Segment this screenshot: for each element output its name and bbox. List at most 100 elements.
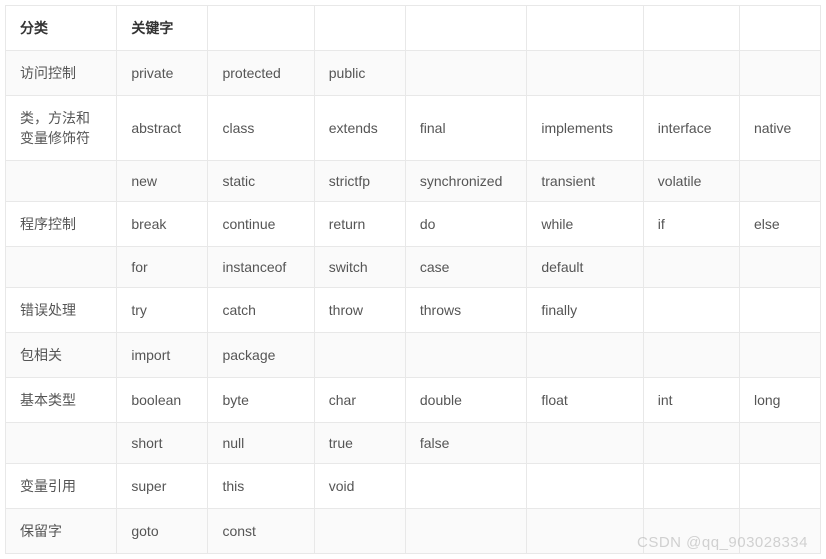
table-row: 访问控制privateprotectedpublic	[6, 51, 821, 96]
keyword-cell	[739, 247, 820, 288]
keyword-cell: byte	[208, 378, 314, 423]
table-row: 错误处理trycatchthrowthrowsfinally	[6, 288, 821, 333]
keyword-cell: protected	[208, 51, 314, 96]
keyword-cell: extends	[314, 96, 405, 161]
header-cell	[527, 6, 643, 51]
keyword-cell	[527, 423, 643, 464]
category-cell: 变量引用	[6, 464, 117, 509]
header-cell	[208, 6, 314, 51]
keyword-cell	[643, 247, 739, 288]
keyword-cell: strictfp	[314, 161, 405, 202]
keyword-cell: int	[643, 378, 739, 423]
keyword-cell	[739, 288, 820, 333]
keyword-cell: public	[314, 51, 405, 96]
keyword-cell	[643, 509, 739, 554]
keyword-cell: switch	[314, 247, 405, 288]
keyword-cell: try	[117, 288, 208, 333]
header-keyword: 关键字	[117, 6, 208, 51]
keyword-cell: interface	[643, 96, 739, 161]
keyword-cell	[527, 464, 643, 509]
category-cell	[6, 161, 117, 202]
keyword-cell	[739, 333, 820, 378]
keyword-cell: throw	[314, 288, 405, 333]
keyword-cell	[314, 509, 405, 554]
keyword-cell: catch	[208, 288, 314, 333]
keyword-cell: this	[208, 464, 314, 509]
keyword-cell: double	[405, 378, 526, 423]
keyword-cell: false	[405, 423, 526, 464]
keyword-cell	[643, 464, 739, 509]
category-cell: 访问控制	[6, 51, 117, 96]
keyword-cell	[405, 51, 526, 96]
keyword-cell: true	[314, 423, 405, 464]
header-cell	[643, 6, 739, 51]
category-cell: 保留字	[6, 509, 117, 554]
table-row: 包相关importpackage	[6, 333, 821, 378]
table-row: 基本类型booleanbytechardoublefloatintlong	[6, 378, 821, 423]
keyword-cell	[739, 423, 820, 464]
category-cell	[6, 423, 117, 464]
keyword-cell: super	[117, 464, 208, 509]
keyword-cell	[643, 423, 739, 464]
table-row: forinstanceofswitchcasedefault	[6, 247, 821, 288]
keyword-cell: default	[527, 247, 643, 288]
keyword-cell: new	[117, 161, 208, 202]
category-cell: 程序控制	[6, 202, 117, 247]
keyword-cell: abstract	[117, 96, 208, 161]
keyword-cell: import	[117, 333, 208, 378]
keyword-cell	[739, 464, 820, 509]
table-row: 变量引用superthisvoid	[6, 464, 821, 509]
keyword-cell: const	[208, 509, 314, 554]
keyword-cell: final	[405, 96, 526, 161]
keyword-cell: finally	[527, 288, 643, 333]
keyword-cell: static	[208, 161, 314, 202]
keyword-cell: class	[208, 96, 314, 161]
keyword-cell: return	[314, 202, 405, 247]
keyword-cell	[405, 333, 526, 378]
keyword-cell	[405, 464, 526, 509]
category-cell: 错误处理	[6, 288, 117, 333]
keyword-cell: native	[739, 96, 820, 161]
keyword-cell: do	[405, 202, 526, 247]
keyword-cell: instanceof	[208, 247, 314, 288]
keyword-cell: if	[643, 202, 739, 247]
table-row: 保留字gotoconst	[6, 509, 821, 554]
keyword-cell	[643, 288, 739, 333]
table-row: 程序控制breakcontinuereturndowhileifelse	[6, 202, 821, 247]
header-category: 分类	[6, 6, 117, 51]
keyword-cell	[527, 333, 643, 378]
category-cell: 类，方法和变量修饰符	[6, 96, 117, 161]
header-row: 分类 关键字	[6, 6, 821, 51]
category-cell	[6, 247, 117, 288]
keyword-cell: case	[405, 247, 526, 288]
keyword-cell: throws	[405, 288, 526, 333]
keyword-cell	[405, 509, 526, 554]
keyword-cell: float	[527, 378, 643, 423]
keyword-cell: continue	[208, 202, 314, 247]
keyword-cell: char	[314, 378, 405, 423]
keywords-table: 分类 关键字 访问控制privateprotectedpublic类，方法和变量…	[5, 5, 821, 554]
keyword-cell: null	[208, 423, 314, 464]
header-cell	[739, 6, 820, 51]
table-body: 访问控制privateprotectedpublic类，方法和变量修饰符abst…	[6, 51, 821, 554]
keyword-cell: while	[527, 202, 643, 247]
category-cell: 包相关	[6, 333, 117, 378]
keyword-cell: transient	[527, 161, 643, 202]
keyword-cell: void	[314, 464, 405, 509]
keyword-cell	[527, 509, 643, 554]
keyword-cell	[527, 51, 643, 96]
keyword-cell	[643, 51, 739, 96]
keyword-cell: break	[117, 202, 208, 247]
table-row: shortnulltruefalse	[6, 423, 821, 464]
header-cell	[314, 6, 405, 51]
keyword-cell: volatile	[643, 161, 739, 202]
keyword-cell: else	[739, 202, 820, 247]
keyword-cell: for	[117, 247, 208, 288]
keyword-cell: short	[117, 423, 208, 464]
keyword-cell: long	[739, 378, 820, 423]
keyword-cell: goto	[117, 509, 208, 554]
keyword-cell	[739, 51, 820, 96]
table-row: 类，方法和变量修饰符abstractclassextendsfinalimple…	[6, 96, 821, 161]
keyword-cell: package	[208, 333, 314, 378]
keyword-cell	[643, 333, 739, 378]
